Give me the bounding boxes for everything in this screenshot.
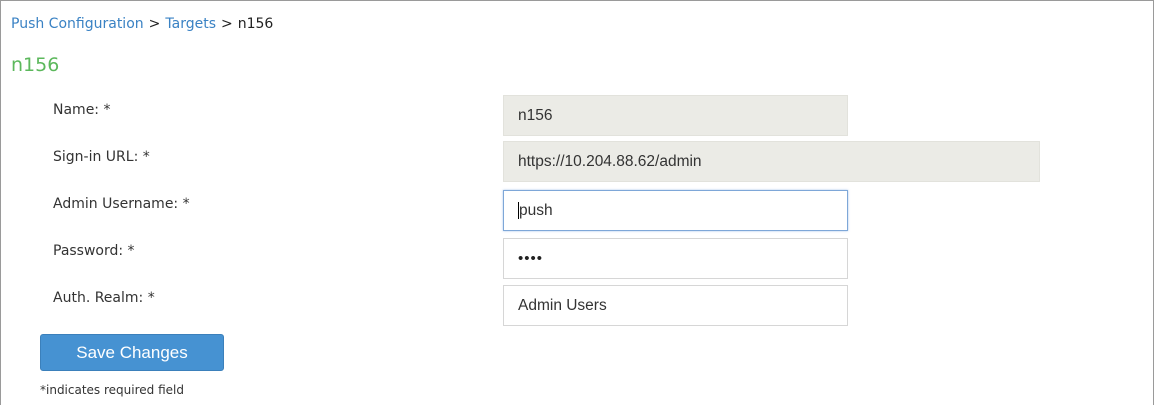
signin-url-value: https://10.204.88.62/admin [518,152,702,170]
breadcrumb-separator: > [148,16,161,32]
breadcrumb: Push Configuration > Targets > n156 [11,16,273,32]
admin-username-input[interactable]: push [503,190,848,231]
page-title: n156 [11,54,60,76]
breadcrumb-separator: > [220,16,233,32]
auth-realm-value: Admin Users [518,296,607,314]
admin-username-value: push [519,201,553,219]
password-input[interactable]: •••• [503,238,848,279]
breadcrumb-push-configuration[interactable]: Push Configuration [11,16,144,32]
breadcrumb-targets[interactable]: Targets [165,16,216,32]
password-value: •••• [518,250,544,267]
password-label: Password: * [53,243,135,259]
breadcrumb-current: n156 [237,16,274,32]
admin-username-label: Admin Username: * [53,196,190,212]
name-field: n156 [503,95,848,136]
save-changes-button[interactable]: Save Changes [40,334,224,371]
auth-realm-input[interactable]: Admin Users [503,285,848,326]
name-label: Name: * [53,102,111,118]
signin-url-label: Sign-in URL: * [53,149,150,165]
required-field-note: *indicates required field [40,383,184,397]
auth-realm-label: Auth. Realm: * [53,290,155,306]
signin-url-field: https://10.204.88.62/admin [503,141,1040,182]
name-value: n156 [518,106,553,124]
